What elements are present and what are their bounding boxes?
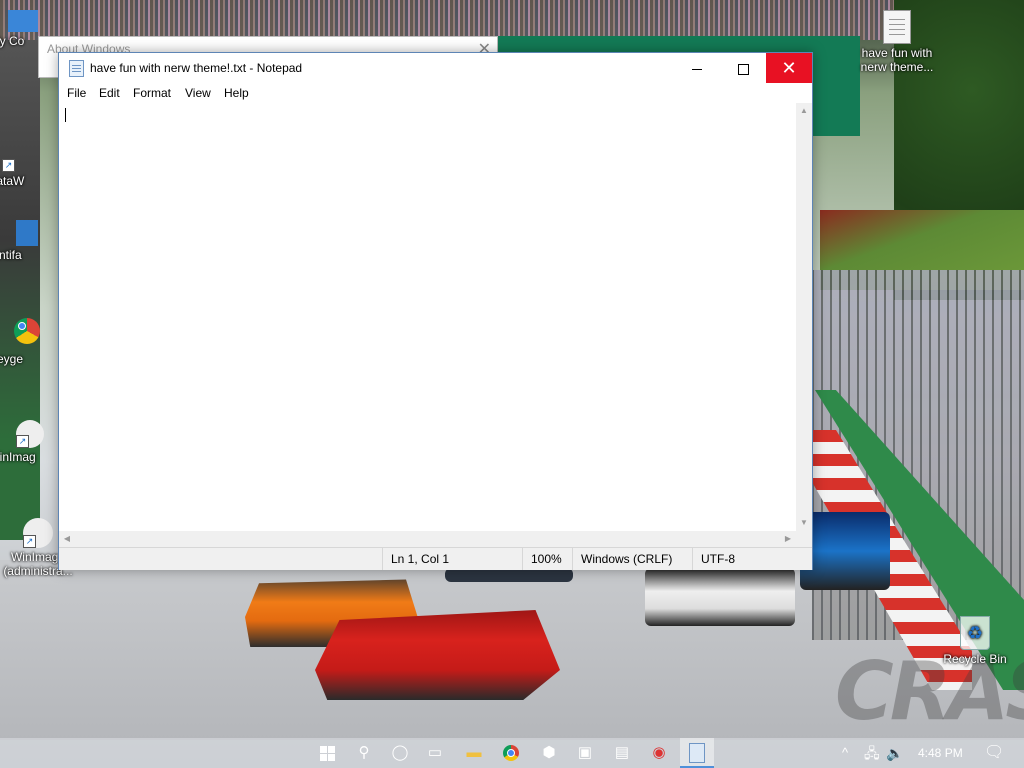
chrome-icon (11, 318, 43, 350)
disk-icon: ↗ (23, 518, 53, 548)
wallpaper-stand (0, 40, 40, 540)
notepad-icon (69, 60, 84, 77)
maximize-button[interactable] (720, 53, 766, 83)
race-car-white (645, 568, 795, 626)
app-icon (16, 220, 38, 246)
status-line-endings: Windows (CRLF) (572, 548, 692, 570)
menu-edit[interactable]: Edit (99, 86, 120, 100)
desktop-icon-label: WinImag (0, 450, 36, 464)
desktop-icon-label: Recycle Bin (943, 652, 1007, 666)
chrome-icon[interactable] (500, 742, 522, 764)
minimize-button[interactable] (674, 53, 720, 83)
package-icon[interactable]: ⬢ (538, 742, 560, 764)
menu-help[interactable]: Help (224, 86, 249, 100)
menu-file[interactable]: File (67, 86, 86, 100)
remote-desktop-icon[interactable]: ▣ (574, 742, 596, 764)
desktop-icon-antifa[interactable]: antifa (0, 220, 44, 262)
desktop-icon-dataw[interactable]: ↗ DataW (0, 140, 43, 188)
menu-format[interactable]: Format (133, 86, 171, 100)
network-icon[interactable]: 🖧 (864, 738, 880, 768)
text-file-icon (883, 10, 911, 44)
status-bar: Ln 1, Col 1 100% Windows (CRLF) UTF-8 (59, 547, 812, 570)
minimize-icon (692, 68, 702, 70)
clock-time[interactable]: 4:48 PM (918, 738, 963, 768)
desktop-icon-label: have fun with nerw theme... (860, 46, 934, 74)
desktop-icon-have-fun-file[interactable]: have fun with nerw theme... (860, 10, 934, 74)
windows-icon (319, 746, 335, 761)
text-caret (65, 108, 66, 122)
app-icon: ↗ (2, 140, 34, 172)
desktop-icon-recycle-bin[interactable]: ♻ Recycle Bin (938, 616, 1012, 666)
race-car-blue (800, 512, 890, 590)
notepad-taskbar-button[interactable] (680, 738, 714, 768)
menu-view[interactable]: View (185, 86, 211, 100)
cortana-icon[interactable]: ◯ (389, 742, 411, 764)
race-car-grey (445, 568, 573, 582)
desktop-icon-keygen[interactable]: keyge (0, 315, 44, 366)
shortcut-arrow-icon: ↗ (2, 159, 15, 172)
status-encoding: UTF-8 (692, 548, 812, 570)
task-view-icon[interactable]: ▭ (424, 742, 446, 764)
shortcut-arrow-icon: ↗ (16, 435, 29, 448)
desktop-icon-label: antifa (0, 248, 22, 262)
close-icon: ✕ (781, 58, 797, 78)
compass-icon[interactable]: ◉ (648, 742, 670, 764)
status-cursor-position: Ln 1, Col 1 (382, 548, 522, 570)
close-button[interactable]: ✕ (766, 53, 812, 83)
disk-icon: ↗ (16, 420, 44, 448)
status-zoom: 100% (522, 548, 572, 570)
scroll-left-icon[interactable]: ◀ (59, 531, 75, 547)
file-explorer-icon[interactable]: ▬ (463, 742, 485, 764)
vertical-scrollbar[interactable]: ▲ ▼ (796, 103, 812, 531)
notification-icon[interactable]: 🗨 (984, 738, 1004, 768)
volume-icon[interactable]: 🔈 (886, 738, 903, 768)
computer-icon (8, 10, 38, 32)
desktop-icon-winimage[interactable]: ↗ WinImag (0, 420, 49, 464)
start-button[interactable] (316, 742, 338, 764)
notepad-icon (689, 743, 705, 763)
app-window-icon[interactable]: ▤ (611, 742, 633, 764)
scroll-right-icon[interactable]: ▶ (780, 531, 796, 547)
maximize-icon (737, 63, 749, 75)
horizontal-scrollbar[interactable]: ◀ ▶ (59, 531, 796, 547)
desktop-icon-label: DataW (0, 174, 25, 188)
text-editor[interactable] (61, 103, 796, 531)
desktop-icon-label: My Co (0, 34, 25, 48)
desktop-icon-label: keyge (0, 352, 24, 366)
window-title: have fun with nerw theme!.txt - Notepad (90, 61, 303, 75)
menu-bar: File Edit Format View Help (59, 83, 812, 103)
search-icon[interactable]: ⚲ (353, 742, 375, 764)
show-hidden-icons-icon[interactable]: ^ (842, 738, 848, 768)
scroll-down-icon[interactable]: ▼ (796, 515, 812, 531)
scrollbar-corner (796, 531, 812, 547)
taskbar: ⚲ ◯ ▭ ▬ ⬢ ▣ ▤ ◉ ^ 🖧 🔈 4:48 PM 🗨 (0, 738, 1024, 768)
notepad-window[interactable]: have fun with nerw theme!.txt - Notepad … (58, 52, 813, 570)
shortcut-arrow-icon: ↗ (23, 535, 36, 548)
title-bar[interactable]: have fun with nerw theme!.txt - Notepad … (59, 53, 812, 83)
scroll-up-icon[interactable]: ▲ (796, 103, 812, 119)
recycle-bin-icon: ♻ (960, 616, 990, 650)
